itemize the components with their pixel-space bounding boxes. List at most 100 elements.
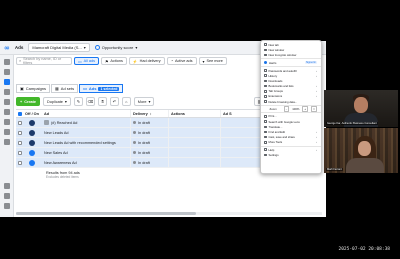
filter-chip-actions[interactable]: ⚑ Actions bbox=[101, 57, 127, 65]
header-actions[interactable]: Actions bbox=[168, 110, 220, 117]
onoff-toggle[interactable] bbox=[29, 139, 35, 146]
zoom-spacer bbox=[264, 108, 267, 111]
actions-icon: ⚑ bbox=[105, 59, 109, 64]
help-icon[interactable] bbox=[4, 193, 10, 199]
pencil-icon: ✎ bbox=[76, 100, 80, 104]
header-ad[interactable]: Ad bbox=[40, 112, 130, 116]
adset-cell bbox=[220, 148, 260, 157]
zoom-out-button[interactable]: − bbox=[283, 106, 290, 113]
menu-item-incognito[interactable]: New Incognito window bbox=[261, 52, 321, 57]
onoff-toggle[interactable] bbox=[29, 149, 35, 156]
cast-icon bbox=[264, 135, 267, 139]
status-dot-icon bbox=[133, 121, 136, 124]
tag-icon: ⌂ bbox=[125, 99, 128, 104]
recording-timestamp: 2025-07-02 20:08:38 bbox=[338, 247, 390, 252]
meta-logo-icon[interactable]: ∞ bbox=[4, 44, 10, 52]
menu-label: Print... bbox=[268, 114, 277, 119]
catalog-icon[interactable] bbox=[4, 129, 10, 135]
ad-name-link[interactable]: (#) Reached Ad bbox=[51, 121, 77, 125]
tab-campaigns[interactable]: ▣ Campaigns bbox=[16, 84, 51, 93]
row-check-cell bbox=[16, 140, 24, 145]
search-icon[interactable] bbox=[4, 203, 10, 209]
audience-icon[interactable] bbox=[4, 89, 10, 95]
zoom-in-button[interactable]: + bbox=[302, 106, 309, 113]
onoff-toggle[interactable] bbox=[29, 119, 35, 126]
select-all-checkbox[interactable] bbox=[18, 111, 22, 116]
filter-chip-had-delivery[interactable]: ⚡ Had delivery bbox=[128, 57, 165, 65]
horizontal-scrollbar[interactable] bbox=[16, 212, 322, 215]
row-checkbox[interactable] bbox=[18, 150, 22, 155]
settings-icon[interactable] bbox=[4, 183, 10, 189]
row-check-cell bbox=[16, 130, 24, 135]
ad-name-link[interactable]: New Leads Ad with recommended settings bbox=[44, 141, 116, 145]
onoff-toggle[interactable] bbox=[29, 159, 35, 166]
tab-ads[interactable]: ▭ Ads 1 selected bbox=[79, 84, 124, 93]
header-adset[interactable]: Ad S bbox=[220, 110, 260, 117]
row-check-cell bbox=[16, 160, 24, 165]
header-onoff[interactable]: Off / On bbox=[24, 112, 40, 116]
row-checkbox[interactable] bbox=[18, 160, 22, 165]
billing-icon[interactable] bbox=[4, 109, 10, 115]
campaigns-icon[interactable] bbox=[4, 79, 10, 85]
create-label: Create bbox=[24, 99, 37, 104]
filter-chip-active-ads[interactable]: ◔ Active ads bbox=[166, 57, 197, 65]
row-checkbox[interactable] bbox=[18, 130, 22, 135]
menu-label: New Incognito window bbox=[268, 52, 297, 57]
tab-ad-sets[interactable]: ▦ Ad sets bbox=[51, 84, 79, 93]
more-button[interactable]: More ▾ bbox=[133, 97, 155, 106]
filter-chip-see-more[interactable]: ▾ See more bbox=[198, 57, 227, 65]
tools-icon bbox=[264, 141, 267, 144]
events-icon[interactable] bbox=[4, 119, 10, 125]
trash-icon bbox=[264, 100, 267, 103]
sync-badge: Signed in bbox=[305, 61, 317, 65]
menu-label: Bookmarks and lists bbox=[268, 84, 294, 89]
undo-button[interactable]: ↶ bbox=[109, 97, 119, 106]
sort-icon: ↕ bbox=[149, 111, 152, 116]
delete-button[interactable]: ⌫ bbox=[85, 97, 95, 106]
tag-button[interactable]: ⌂ bbox=[121, 97, 131, 106]
history-icon bbox=[264, 74, 267, 77]
row-checkbox[interactable] bbox=[18, 120, 22, 125]
scrollbar-thumb[interactable] bbox=[16, 212, 196, 215]
menu-item-settings[interactable]: Settings bbox=[261, 152, 321, 157]
menu-item-delete-data[interactable]: Delete browsing data... bbox=[261, 99, 321, 104]
ad-name-link[interactable]: New Sales Ad bbox=[44, 151, 68, 155]
ad-cell: (#) Reached Ad bbox=[40, 120, 130, 125]
filter-chip-all-ads[interactable]: ▭ All ads bbox=[74, 57, 99, 65]
participant-tile[interactable]: Marli Ferrant bbox=[324, 128, 398, 173]
edit-button[interactable]: ✎ bbox=[73, 97, 83, 106]
home-icon[interactable] bbox=[4, 69, 10, 75]
bookmark-icon bbox=[264, 84, 267, 88]
create-button[interactable]: + Create bbox=[16, 97, 41, 106]
fullscreen-icon[interactable]: ⛶ bbox=[311, 106, 317, 113]
account-dropdown[interactable]: Mamcraft Digital Media (S... ▾ bbox=[28, 43, 90, 52]
participant-video bbox=[346, 158, 384, 173]
chart-icon[interactable] bbox=[4, 99, 10, 105]
actions-cell bbox=[168, 128, 220, 137]
row-checkbox[interactable] bbox=[18, 140, 22, 145]
print-icon bbox=[264, 115, 267, 118]
ad-cell: New Sales Ad bbox=[40, 151, 130, 155]
account-name: Mamcraft Digital Media (S... bbox=[32, 45, 82, 50]
menu-item-profile[interactable]: Harris Signed in bbox=[261, 60, 321, 66]
adset-cell bbox=[220, 118, 260, 127]
ad-name-link[interactable]: New Awareness Ad bbox=[44, 161, 77, 165]
grid-icon[interactable] bbox=[4, 139, 10, 145]
chip-label: All ads bbox=[83, 59, 95, 63]
header-delivery[interactable]: Delivery ↕ bbox=[130, 110, 168, 117]
participant-tile[interactable]: George Kar, Authentic Business Consultan… bbox=[324, 90, 398, 127]
duplicate-button[interactable]: Duplicate ▾ bbox=[43, 97, 71, 106]
chevron-right-icon: › bbox=[316, 68, 317, 73]
actions-cell bbox=[168, 158, 220, 167]
delivery-status: In draft bbox=[138, 130, 150, 135]
onoff-toggle[interactable] bbox=[29, 129, 35, 136]
ab-test-button[interactable]: ⚗ bbox=[97, 97, 107, 106]
search-input[interactable]: ⌕ Search by name, ID or filters bbox=[16, 57, 72, 65]
menu-icon[interactable] bbox=[4, 59, 10, 65]
zoom-label: Zoom bbox=[269, 107, 277, 112]
menu-item-more-tools[interactable]: More Tools › bbox=[261, 140, 321, 145]
selected-badge[interactable]: 1 selected bbox=[98, 86, 120, 91]
ad-name-link[interactable]: New Leads Ad bbox=[44, 131, 69, 135]
opportunity-score[interactable]: Opportunity score ▾ bbox=[94, 45, 137, 50]
tab-label: Ad sets bbox=[60, 86, 75, 91]
